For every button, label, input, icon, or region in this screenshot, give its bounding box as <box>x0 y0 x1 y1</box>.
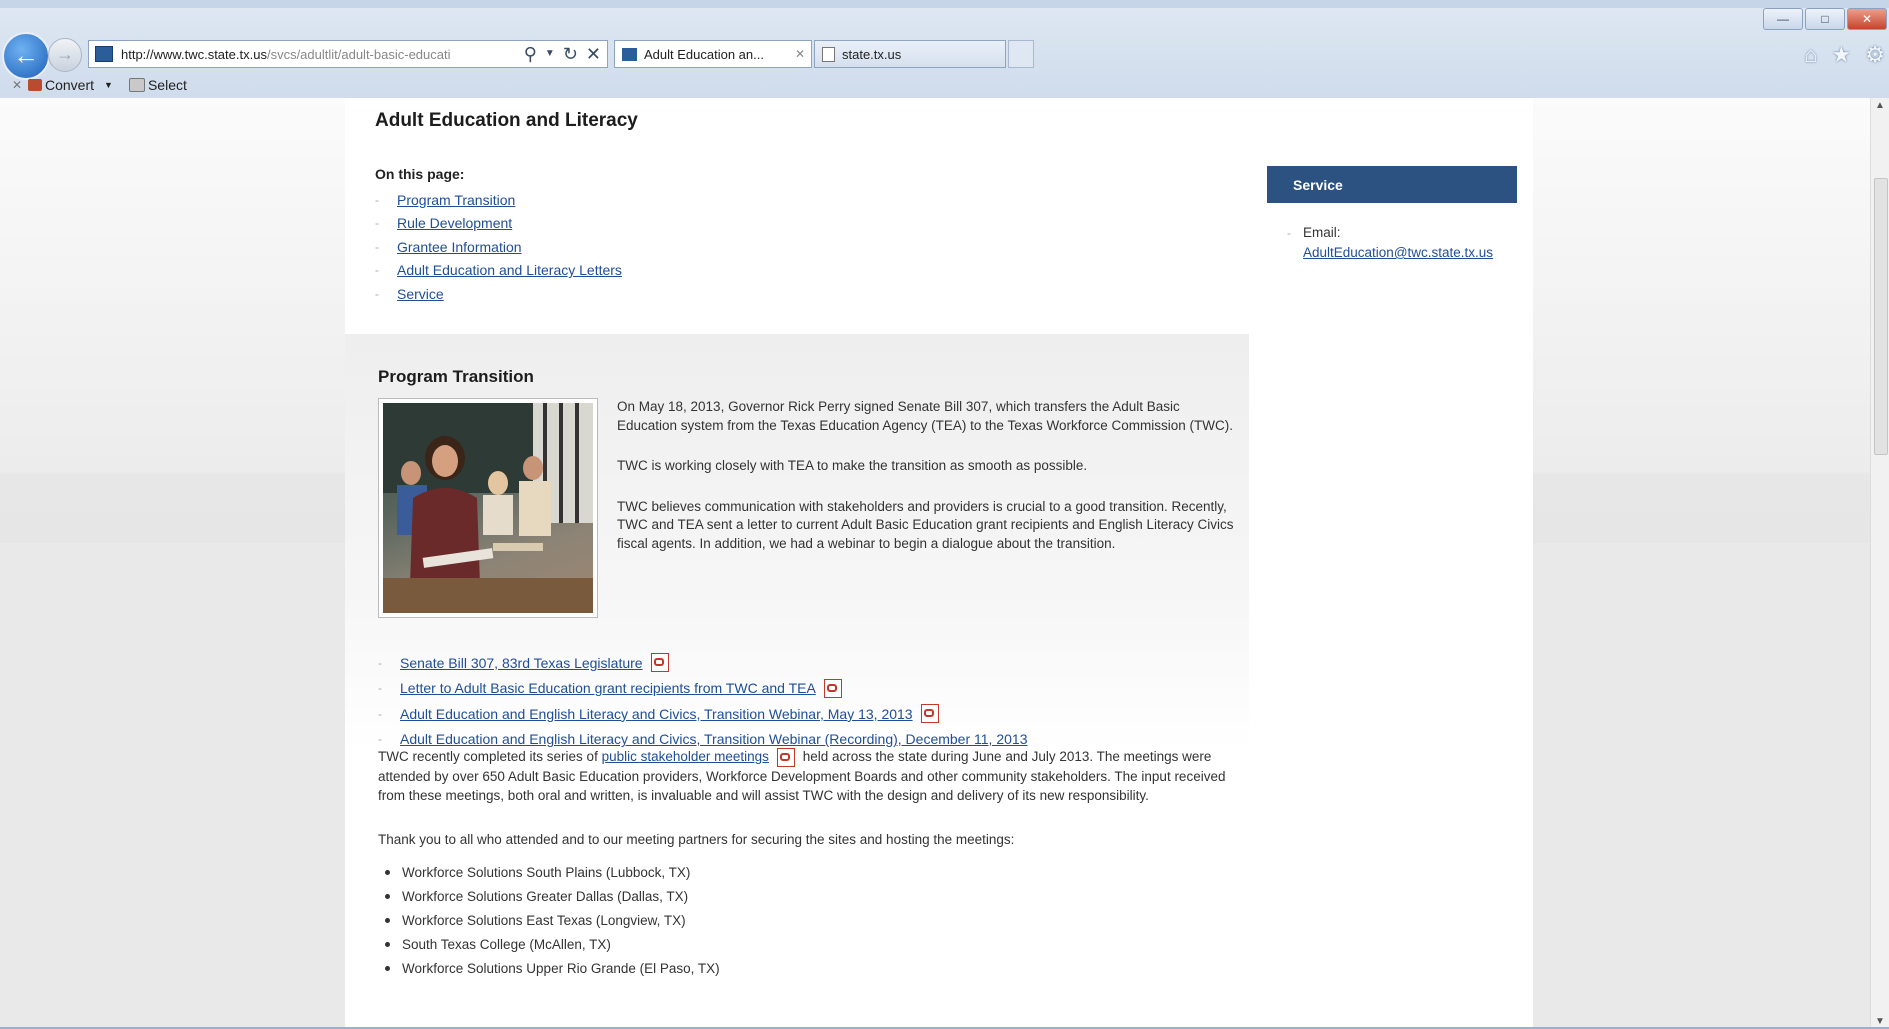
new-tab-button[interactable] <box>1008 40 1034 68</box>
arrow-right-icon: → <box>56 44 74 64</box>
toc-link-grantee-information[interactable]: Grantee Information <box>397 239 522 255</box>
toc-link-letters[interactable]: Adult Education and Literacy Letters <box>397 262 622 278</box>
related-links: - Senate Bill 307, 83rd Texas Legislature… <box>378 650 1027 752</box>
tab-title: Adult Education an... <box>644 46 764 62</box>
gear-icon[interactable]: ⚙ <box>1865 42 1885 68</box>
text: TWC recently completed its series of <box>378 749 602 764</box>
toc-item: - Grantee Information <box>375 238 522 255</box>
scroll-up-icon[interactable]: ▲ <box>1871 100 1889 111</box>
sidebar-body: - Email: AdultEducation@twc.state.tx.us <box>1287 225 1494 260</box>
on-this-page-nav: On this page: - Program Transition - Rule … <box>375 166 622 306</box>
close-window-button[interactable]: ✕ <box>1847 8 1887 30</box>
convert-label: Convert <box>45 77 95 93</box>
list-item: - Adult Education and English Literacy an… <box>378 701 1027 727</box>
home-icon[interactable]: ⌂ <box>1804 42 1817 68</box>
list-item: Workforce Solutions Greater Dallas (Dall… <box>378 884 720 908</box>
toc-item: - Rule Development <box>375 215 513 232</box>
list-item: South Texas College (McAllen, TX) <box>378 932 720 956</box>
service-sidebar: Service - Email: AdultEducation@twc.state… <box>1267 166 1517 262</box>
favorites-star-icon[interactable]: ★ <box>1832 42 1852 68</box>
browser-chrome: — □ ✕ ← → http://www.twc.state.tx.us /sv… <box>0 0 1889 99</box>
link-public-stakeholder-meetings[interactable]: public stakeholder meetings <box>602 749 769 764</box>
program-transition-section: Program Transition On May 18, 2013, Gove… <box>345 334 1249 1029</box>
toc-item: - Program Transition <box>375 191 516 208</box>
toc-link-rule-development[interactable]: Rule Development <box>397 215 512 231</box>
thanks-paragraph: Thank you to all who attended and to our… <box>378 832 1015 847</box>
site-favicon-icon <box>95 46 113 62</box>
window-controls: — □ ✕ <box>1763 8 1887 30</box>
scrollbar-thumb[interactable] <box>1874 178 1888 455</box>
page-viewport: Adult Education and Literacy On this pag… <box>0 98 1889 1029</box>
select-icon <box>128 78 145 92</box>
select-button[interactable]: Select <box>128 77 187 93</box>
email-label: Email: <box>1303 225 1341 240</box>
minimize-button[interactable]: — <box>1763 8 1803 30</box>
address-bar-actions: ⚲ ▼ ↻ ✕ <box>518 44 607 65</box>
title-bar <box>0 0 1889 8</box>
page-title: Adult Education and Literacy <box>375 110 638 131</box>
meeting-partners-list: Workforce Solutions South Plains (Lubboc… <box>378 860 720 980</box>
url-path: /svcs/adultlit/adult-basic-educati <box>266 46 451 62</box>
forward-button[interactable]: → <box>48 38 82 72</box>
convert-button[interactable]: Convert ▼ <box>28 77 113 93</box>
refresh-icon[interactable]: ↻ <box>563 44 578 65</box>
link-letter-to-grant-recipients[interactable]: Letter to Adult Basic Education grant re… <box>400 680 816 696</box>
dropdown-arrow-icon[interactable]: ▼ <box>104 80 113 90</box>
command-bar: ✕ Convert ▼ Select <box>0 74 1889 96</box>
pdf-icon <box>650 653 669 673</box>
dropdown-arrow-icon[interactable]: ▼ <box>545 44 555 65</box>
email-link[interactable]: AdultEducation@twc.state.tx.us <box>1303 245 1493 260</box>
maximize-button[interactable]: □ <box>1805 8 1845 30</box>
toc-heading: On this page: <box>375 166 465 182</box>
toc-item: - Service <box>375 285 444 302</box>
paragraph: On May 18, 2013, Governor Rick Perry sig… <box>617 399 1233 433</box>
classroom-illustration <box>383 403 593 613</box>
list-item: - Senate Bill 307, 83rd Texas Legislature <box>378 650 1027 676</box>
vertical-scrollbar[interactable]: ▲ ▼ <box>1870 98 1889 1029</box>
arrow-left-icon: ← <box>13 40 39 70</box>
intro-text: On May 18, 2013, Governor Rick Perry sig… <box>617 398 1237 575</box>
url-host: http://www.twc.state.tx.us <box>121 46 267 62</box>
partner-name: Workforce Solutions Upper Rio Grande (El… <box>402 960 720 976</box>
convert-pdf-icon <box>28 79 42 91</box>
select-label: Select <box>147 77 187 93</box>
partner-name: Workforce Solutions South Plains (Lubboc… <box>402 864 691 880</box>
partner-name: Workforce Solutions Greater Dallas (Dall… <box>402 888 689 904</box>
scroll-down-icon[interactable]: ▼ <box>1871 1016 1889 1027</box>
classroom-photo <box>378 398 598 618</box>
link-transition-webinar[interactable]: Adult Education and English Literacy and… <box>400 706 913 722</box>
page-icon <box>822 46 835 62</box>
section-heading: Program Transition <box>378 367 534 386</box>
partner-name: Workforce Solutions East Texas (Longview… <box>402 912 686 928</box>
paragraph: TWC believes communication with stakehol… <box>617 498 1234 551</box>
list-item: Workforce Solutions South Plains (Lubboc… <box>378 860 720 884</box>
pdf-icon <box>920 704 939 724</box>
pdf-icon <box>776 747 795 767</box>
tab-adult-education[interactable]: Adult Education an... ✕ <box>614 40 812 68</box>
toc-link-program-transition[interactable]: Program Transition <box>397 192 515 208</box>
page-container: Adult Education and Literacy On this pag… <box>345 98 1533 1029</box>
tab-state-tx-us[interactable]: state.tx.us <box>814 40 1006 68</box>
list-item: Workforce Solutions East Texas (Longview… <box>378 908 720 932</box>
list-item: - Letter to Adult Basic Education grant r… <box>378 676 1027 702</box>
back-button[interactable]: ← <box>2 32 50 80</box>
site-favicon-icon <box>622 47 637 61</box>
toc-item: - Adult Education and Literacy Letters <box>375 262 622 279</box>
stop-icon[interactable]: ✕ <box>586 44 601 65</box>
pdf-icon <box>823 678 842 698</box>
address-bar[interactable]: http://www.twc.state.tx.us /svcs/adultli… <box>88 40 608 68</box>
close-toolbar-icon[interactable]: ✕ <box>6 78 28 92</box>
link-webinar-recording[interactable]: Adult Education and English Literacy and… <box>400 731 1027 747</box>
search-icon[interactable]: ⚲ <box>524 44 537 65</box>
link-senate-bill-307[interactable]: Senate Bill 307, 83rd Texas Legislature <box>400 655 643 671</box>
toc-link-service[interactable]: Service <box>397 286 444 302</box>
tab-title: state.tx.us <box>842 46 902 62</box>
list-item: Workforce Solutions Upper Rio Grande (El… <box>378 956 720 980</box>
partner-name: South Texas College (McAllen, TX) <box>402 936 611 952</box>
sidebar-heading: Service <box>1267 166 1517 203</box>
meetings-paragraph: TWC recently completed its series of pub… <box>378 747 1238 805</box>
close-tab-icon[interactable]: ✕ <box>795 47 811 61</box>
browser-toolbar-icons: ⌂ ★ ⚙ <box>1804 42 1885 68</box>
paragraph: TWC is working closely with TEA to make … <box>617 458 1088 473</box>
